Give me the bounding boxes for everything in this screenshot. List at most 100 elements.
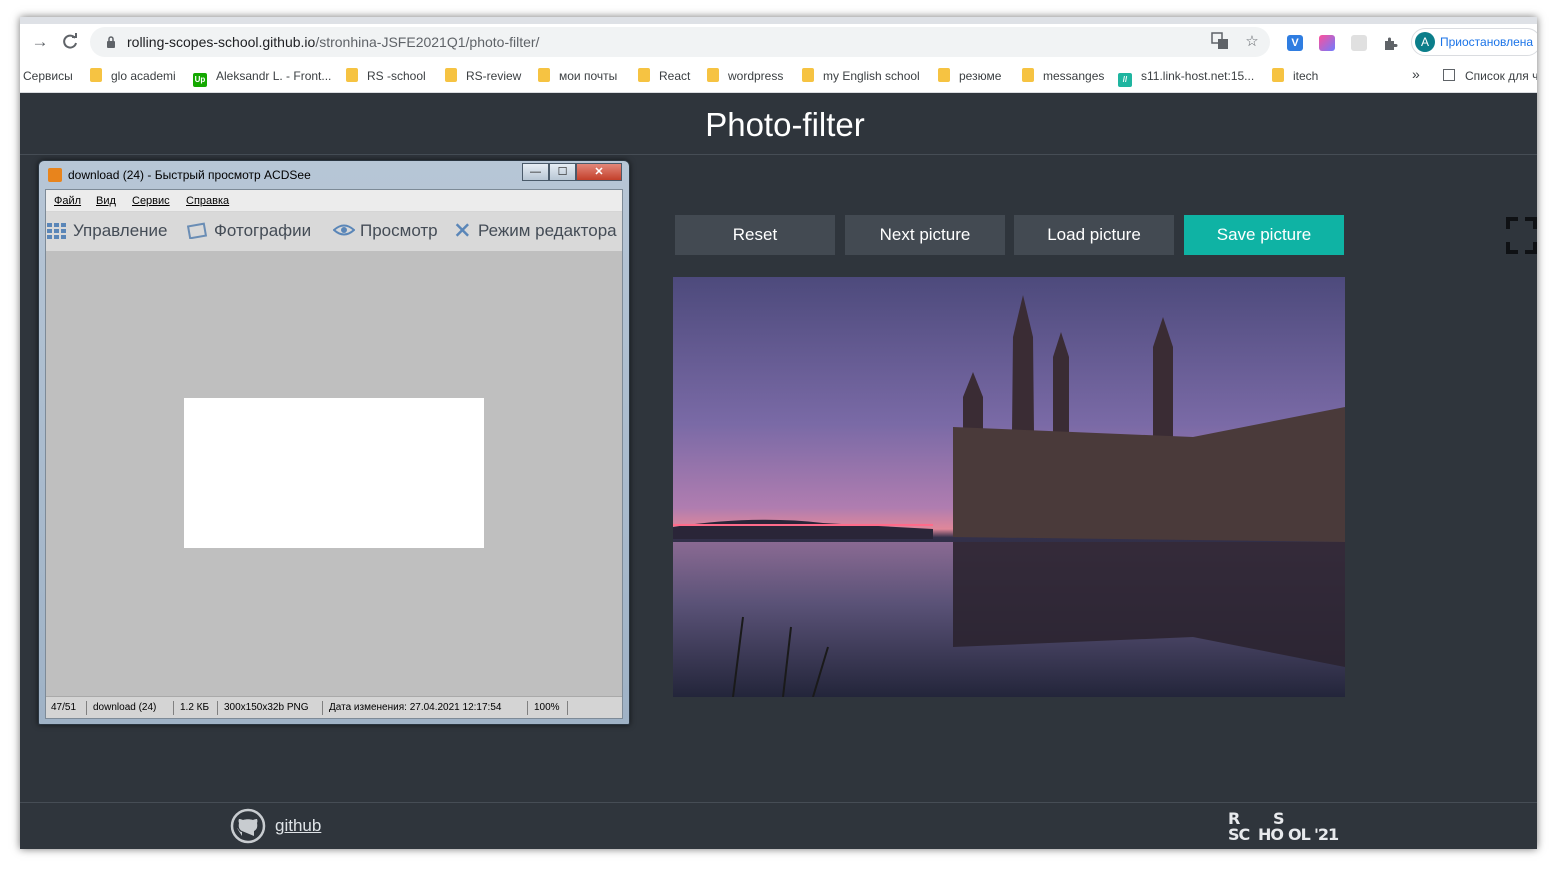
- maximize-button[interactable]: ☐: [549, 163, 576, 181]
- address-bar[interactable]: rolling-scopes-school.github.io/stronhin…: [90, 27, 1270, 57]
- folder-icon: [538, 68, 550, 82]
- menu-service[interactable]: Сервис: [132, 195, 170, 207]
- link-host-icon: //: [1118, 73, 1132, 87]
- reload-icon[interactable]: [60, 32, 80, 52]
- load-picture-button[interactable]: Load picture: [1014, 215, 1174, 255]
- status-filename: download (24): [93, 702, 157, 713]
- acdsee-app-icon: [48, 168, 62, 182]
- bookmark-label: my English school: [823, 69, 920, 83]
- bookmark-resume[interactable]: резюме: [938, 68, 1001, 84]
- grid-extension-icon[interactable]: [1351, 35, 1367, 51]
- folder-icon: [1272, 68, 1284, 82]
- bookmark-wordpress[interactable]: wordpress: [707, 68, 783, 84]
- bookmark-rs-school[interactable]: RS -school: [346, 68, 426, 84]
- profile-status: Приостановлена: [1440, 35, 1534, 49]
- bookmark-link-host[interactable]: // s11.link-host.net:15...: [1118, 68, 1255, 87]
- tab-strip: [20, 17, 1537, 24]
- lock-icon: [107, 36, 115, 48]
- logo-letter: OL: [1288, 825, 1311, 844]
- bookmark-label: RS-review: [466, 69, 522, 83]
- folder-icon: [445, 68, 457, 82]
- footer-divider: [20, 802, 1537, 803]
- bookmark-apps[interactable]: Сервисы: [23, 68, 73, 84]
- status-separator: [217, 701, 218, 715]
- bookmark-label: messanges: [1043, 69, 1105, 83]
- status-separator: [86, 701, 87, 715]
- fullscreen-icon[interactable]: [1506, 217, 1537, 254]
- status-separator: [567, 701, 568, 715]
- translate-icon[interactable]: [1210, 32, 1230, 52]
- bookmark-label: s11.link-host.net:15...: [1141, 69, 1255, 83]
- browser-toolbar: → rolling-scopes-school.github.io/stronh…: [20, 24, 1537, 60]
- bookmark-label: Aleksandr L. - Front...: [216, 69, 332, 83]
- status-size: 1.2 КБ: [180, 702, 210, 713]
- extensions-icon[interactable]: [1382, 35, 1398, 51]
- reset-button[interactable]: Reset: [675, 215, 835, 255]
- acdsee-content: Файл Вид Сервис Справка Управление Фотог…: [45, 189, 623, 719]
- bookmark-label: мои почты: [559, 69, 618, 83]
- page-title: Photo-filter: [705, 106, 865, 143]
- color-extension-icon[interactable]: [1319, 35, 1335, 51]
- menu-file[interactable]: Файл: [54, 195, 81, 207]
- upwork-icon: Up: [193, 73, 207, 87]
- url-text: rolling-scopes-school.github.io/stronhin…: [127, 34, 539, 50]
- acdsee-mode-bar: Управление Фотографии Просмотр Режим ред…: [46, 212, 622, 251]
- mode-editor[interactable]: Режим редактора: [455, 221, 617, 241]
- mode-view[interactable]: Просмотр: [333, 221, 438, 241]
- bookmarks-bar: Сервисы glo academi Up Aleksandr L. - Fro…: [20, 60, 1537, 93]
- bookmark-messanges[interactable]: messanges: [1022, 68, 1104, 84]
- editor-photo: [673, 277, 1345, 697]
- bookmark-label: Сервисы: [23, 69, 73, 83]
- mode-label: Управление: [73, 221, 168, 240]
- bookmark-upwork[interactable]: Up Aleksandr L. - Front...: [193, 68, 332, 87]
- folder-icon: [1022, 68, 1034, 82]
- bookmark-label: itech: [1293, 69, 1319, 83]
- status-separator: [527, 701, 528, 715]
- bookmark-react[interactable]: React: [638, 68, 690, 84]
- status-zoom: 100%: [534, 702, 560, 713]
- acdsee-statusbar: 47/51 download (24) 1.2 КБ 300x150x32b P…: [46, 696, 622, 718]
- vk-extension-icon[interactable]: V: [1287, 35, 1303, 51]
- bookmark-label: RS -school: [367, 69, 426, 83]
- folder-icon: [802, 68, 814, 82]
- bookmark-label: резюме: [959, 69, 1002, 83]
- grid-icon: [47, 223, 66, 239]
- photos-icon: [187, 222, 208, 239]
- bookmark-english-school[interactable]: my English school: [802, 68, 920, 84]
- bookmark-mail[interactable]: мои почты: [538, 68, 617, 84]
- url-host: rolling-scopes-school.github.io: [127, 34, 316, 50]
- next-picture-button[interactable]: Next picture: [845, 215, 1005, 255]
- bookmark-label: wordpress: [728, 69, 784, 83]
- folder-icon: [346, 68, 358, 82]
- menu-help[interactable]: Справка: [186, 195, 229, 207]
- menu-view[interactable]: Вид: [96, 195, 116, 207]
- bookmark-rs-review[interactable]: RS-review: [445, 68, 521, 84]
- mode-photos[interactable]: Фотографии: [187, 221, 311, 241]
- status-index: 47/51: [51, 702, 77, 713]
- mode-manage[interactable]: Управление: [46, 221, 168, 241]
- github-icon[interactable]: [230, 808, 266, 844]
- status-modified: Дата изменения: 27.04.2021 12:17:54: [329, 702, 502, 713]
- github-link[interactable]: github: [275, 816, 321, 836]
- reading-list-label: Список для ч: [1465, 69, 1537, 83]
- mode-label: Режим редактора: [478, 221, 617, 240]
- reading-list[interactable]: Список для ч: [1443, 68, 1537, 84]
- bookmark-glo-academi[interactable]: glo academi: [90, 68, 176, 84]
- profile-button[interactable]: A Приостановлена: [1411, 28, 1537, 56]
- save-picture-button[interactable]: Save picture: [1184, 215, 1344, 255]
- status-separator: [322, 701, 323, 715]
- status-separator: [173, 701, 174, 715]
- close-button[interactable]: ✕: [576, 163, 622, 181]
- bookmark-itech[interactable]: itech: [1272, 68, 1318, 84]
- acdsee-title: download (24) - Быстрый просмотр ACDSee: [68, 168, 311, 182]
- star-icon[interactable]: ☆: [1242, 32, 1262, 52]
- back-icon[interactable]: →: [30, 32, 50, 52]
- reading-list-icon: [1443, 69, 1455, 81]
- rs-school-logo[interactable]: R S SC HO OL '21: [1228, 809, 1344, 845]
- bookmarks-overflow-button[interactable]: »: [1412, 66, 1420, 82]
- logo-letter: HO: [1258, 825, 1284, 844]
- acdsee-window[interactable]: download (24) - Быстрый просмотр ACDSee …: [38, 160, 630, 725]
- minimize-button[interactable]: —: [522, 163, 549, 181]
- bookmark-label: React: [659, 69, 691, 83]
- tools-icon: [455, 223, 469, 237]
